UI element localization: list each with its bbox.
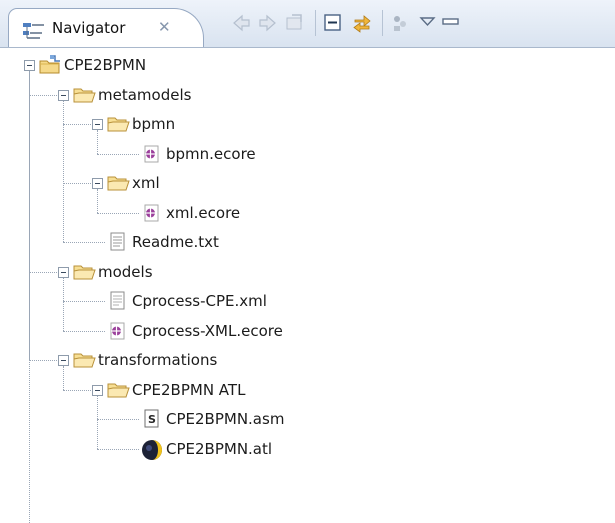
collapse-toggle-icon[interactable] xyxy=(92,119,103,130)
atl-file-icon xyxy=(140,438,162,460)
tree-folder-label[interactable]: models xyxy=(98,263,153,281)
collapse-toggle-icon[interactable] xyxy=(58,355,69,366)
forward-icon[interactable] xyxy=(257,12,279,34)
asm-file-icon: S xyxy=(140,408,162,430)
tree-guide-line xyxy=(63,301,105,302)
folder-icon xyxy=(72,261,96,283)
view-header: Navigator ✕ xyxy=(0,0,615,48)
svg-text:S: S xyxy=(148,413,156,426)
tree-file-label[interactable]: Cprocess-XML.ecore xyxy=(132,322,283,340)
filters-icon[interactable] xyxy=(389,12,411,34)
collapse-toggle-icon[interactable] xyxy=(92,384,103,396)
tree-guide-line xyxy=(97,395,98,449)
ecore-file-icon xyxy=(140,143,162,165)
tree-folder-label[interactable]: bpmn xyxy=(132,115,175,133)
folder-icon xyxy=(106,379,130,401)
text-file-icon xyxy=(106,231,128,253)
navigator-view-icon xyxy=(22,21,46,45)
tree-guide-line xyxy=(97,419,139,420)
tree-file-label[interactable]: CPE2BPMN.asm xyxy=(166,410,284,428)
tree-file-label[interactable]: Readme.txt xyxy=(132,233,219,251)
folder-icon xyxy=(72,84,96,106)
collapse-toggle-icon[interactable] xyxy=(58,89,69,101)
folder-icon xyxy=(106,172,130,194)
tree-folder-label[interactable]: CPE2BPMN ATL xyxy=(132,381,245,399)
project-icon xyxy=(38,54,60,76)
collapse-toggle-icon[interactable] xyxy=(58,266,69,278)
toolbar-separator xyxy=(315,10,316,36)
tree-file-label[interactable]: CPE2BPMN.atl xyxy=(166,440,272,458)
tree-file-label[interactable]: xml.ecore xyxy=(166,204,240,222)
tree-folder-label[interactable]: transformations xyxy=(98,351,217,369)
tree-file-label[interactable]: Cprocess-CPE.xml xyxy=(132,292,267,310)
minimize-icon[interactable] xyxy=(440,12,462,34)
tree-guide-line xyxy=(97,153,139,155)
tree-folder-label[interactable]: xml xyxy=(132,174,160,192)
tree-guide-line xyxy=(63,330,105,332)
ecore-file-icon xyxy=(106,320,128,342)
collapse-toggle-icon[interactable] xyxy=(24,60,35,71)
folder-icon xyxy=(72,349,96,371)
tree-guide-line xyxy=(63,277,64,331)
link-with-editor-icon[interactable] xyxy=(351,12,373,34)
tree-guide-line xyxy=(97,189,98,213)
toolbar-separator xyxy=(382,10,383,36)
folder-icon xyxy=(106,113,130,135)
tree-folder-label[interactable]: CPE2BPMN xyxy=(64,56,146,74)
tree-folder-label[interactable]: metamodels xyxy=(98,86,191,104)
collapse-toggle-icon[interactable] xyxy=(92,178,103,189)
xml-file-icon xyxy=(106,290,128,312)
tree-guide-line xyxy=(97,212,139,214)
collapse-all-icon[interactable] xyxy=(322,12,344,34)
go-into-icon[interactable] xyxy=(284,12,306,34)
tree-guide-line xyxy=(29,71,30,523)
view-menu-icon[interactable] xyxy=(417,12,439,34)
close-icon[interactable]: ✕ xyxy=(158,18,171,36)
resource-tree: CPE2BPMN metamodels bpmn bpmn.ecore xml xml.e… xyxy=(0,47,615,523)
tree-guide-line xyxy=(63,100,64,242)
tree-guide-line xyxy=(63,242,105,243)
tree-guide-line xyxy=(97,448,139,450)
tree-file-label[interactable]: bpmn.ecore xyxy=(166,145,256,163)
tab-navigator[interactable]: Navigator ✕ xyxy=(8,8,204,47)
ecore-file-icon xyxy=(140,202,162,224)
tab-title: Navigator xyxy=(52,19,126,37)
tree-guide-line xyxy=(97,130,98,154)
tree-guide-line xyxy=(63,366,64,390)
back-icon[interactable] xyxy=(230,12,252,34)
